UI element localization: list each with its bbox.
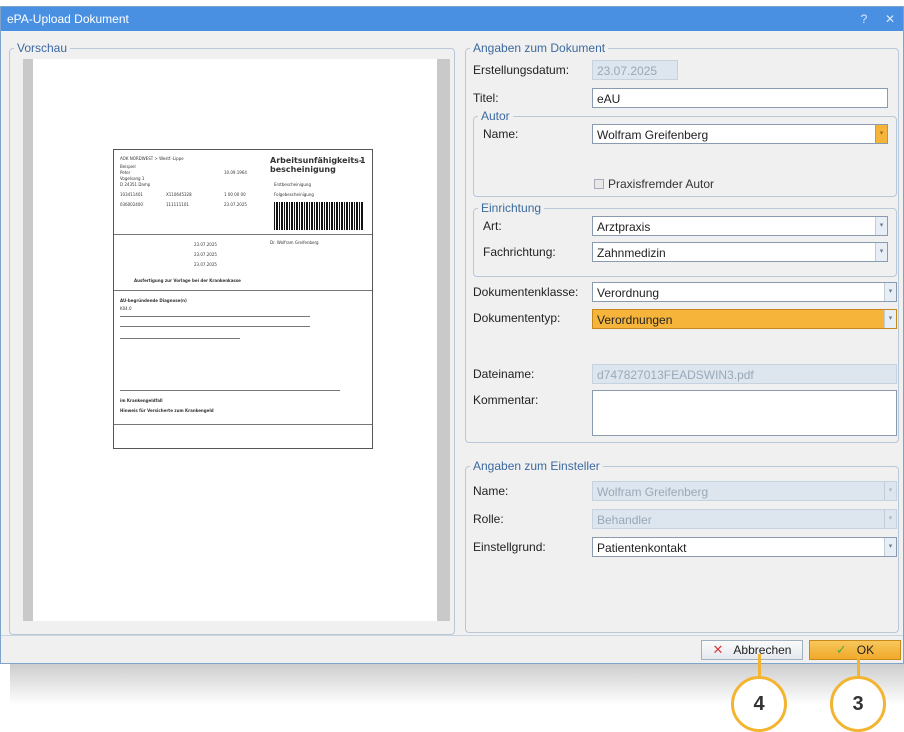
cancel-button[interactable]: ✕ Abbrechen xyxy=(701,640,803,660)
titel-input[interactable]: eAU xyxy=(592,88,888,108)
erstellungsdatum-label: Erstellungsdatum: xyxy=(473,63,570,77)
doc-notice: Hinweis für Versicherte zum Krankengeld xyxy=(120,408,214,413)
rolle-select: Behandler ▾ xyxy=(592,509,897,529)
doc-city: D 24351 Damp xyxy=(120,182,151,187)
einrichtung-legend: Einrichtung xyxy=(481,201,542,215)
preview-page: AOK NORDWEST > Westf.-Lippe Beispiel Pet… xyxy=(33,59,437,621)
einsteller-name-label: Name: xyxy=(473,484,509,498)
doc-id-1: 103411401 xyxy=(120,192,143,197)
doc-first-cert: Erstbescheinigung xyxy=(274,182,312,187)
kommentar-label: Kommentar: xyxy=(473,393,539,407)
kommentar-textarea[interactable] xyxy=(592,390,897,436)
dokumentenklasse-label: Dokumentenklasse: xyxy=(473,285,579,299)
autor-name-select[interactable]: Wolfram Greifenberg ▾ xyxy=(592,124,888,144)
praxisfremder-autor-label: Praxisfremder Autor xyxy=(608,177,715,191)
button-bar: ✕ Abbrechen ✓ OK xyxy=(1,635,903,663)
einstellgrund-label: Einstellgrund: xyxy=(473,540,546,554)
art-label: Art: xyxy=(483,219,502,233)
dokumententyp-value: Verordnungen xyxy=(597,313,673,327)
chevron-down-icon[interactable]: ▾ xyxy=(884,538,896,556)
close-button[interactable]: ✕ xyxy=(877,12,903,26)
doc-diag-code: K04.0 xyxy=(120,306,132,311)
help-button[interactable]: ? xyxy=(851,12,877,26)
chevron-down-icon[interactable]: ▾ xyxy=(875,217,887,235)
checkbox-icon[interactable] xyxy=(594,179,604,189)
doc-barcode xyxy=(274,202,364,230)
angaben-einsteller-legend: Angaben zum Einsteller xyxy=(473,459,600,473)
dateiname-field: d747827013FEADSWIN3.pdf xyxy=(592,364,897,384)
art-value: Arztpraxis xyxy=(597,220,651,234)
doc-date-2: 23.07.2025 xyxy=(194,252,217,257)
chevron-down-icon: ▾ xyxy=(884,482,896,500)
erstellungsdatum-field: 23.07.2025 xyxy=(592,60,678,80)
cancel-label: Abbrechen xyxy=(733,643,792,657)
dokumententyp-select[interactable]: Verordnungen ▾ xyxy=(592,309,897,329)
einrichtung-group: Einrichtung xyxy=(473,201,897,277)
close-icon: ✕ xyxy=(712,642,724,657)
dokumentenklasse-value: Verordnung xyxy=(597,286,660,300)
doc-footer-note: Ausfertigung zur Vorlage bei der Kranken… xyxy=(134,278,241,283)
document-preview[interactable]: AOK NORDWEST > Westf.-Lippe Beispiel Pet… xyxy=(23,59,450,621)
fachrichtung-select[interactable]: Zahnmedizin ▾ xyxy=(592,242,888,262)
fachrichtung-value: Zahnmedizin xyxy=(597,246,666,260)
einsteller-name-select: Wolfram Greifenberg ▾ xyxy=(592,481,897,501)
autor-name-label: Name: xyxy=(483,127,519,141)
fachrichtung-label: Fachrichtung: xyxy=(483,245,556,259)
vorschau-legend: Vorschau xyxy=(17,41,68,55)
art-select[interactable]: Arztpraxis ▾ xyxy=(592,216,888,236)
rolle-label: Rolle: xyxy=(473,512,504,526)
chevron-down-icon: ▾ xyxy=(884,510,896,528)
doc-id-2: X110645328 xyxy=(166,192,192,197)
doc-id-5: 111111101 xyxy=(166,202,189,207)
callout-stem-3 xyxy=(857,654,860,676)
angaben-dokument-legend: Angaben zum Dokument xyxy=(473,41,606,55)
window-title: ePA-Upload Dokument xyxy=(7,12,129,26)
chevron-down-icon[interactable]: ▾ xyxy=(875,125,887,143)
dokumentenklasse-select[interactable]: Verordnung ▾ xyxy=(592,282,897,302)
doc-birth-date: 10.09.1964 xyxy=(224,170,247,175)
callout-badge-3: 3 xyxy=(830,676,886,732)
doc-number: 1 xyxy=(360,156,366,165)
titel-label: Titel: xyxy=(473,91,499,105)
chevron-down-icon[interactable]: ▾ xyxy=(884,283,896,301)
callout-stem-4 xyxy=(758,654,761,676)
einsteller-name-value: Wolfram Greifenberg xyxy=(597,485,709,499)
doc-doctor: Dr. Wolfram Greifenberg xyxy=(270,240,319,245)
doc-id-4: 036002400 xyxy=(120,202,143,207)
doc-followup-cert: Folgebescheinigung xyxy=(274,192,314,197)
epa-upload-dialog: ePA-Upload Dokument ? ✕ Vorschau AOK NOR… xyxy=(0,6,904,664)
chevron-down-icon[interactable]: ▾ xyxy=(875,243,887,261)
doc-heading: Arbeitsunfähigkeits- bescheinigung xyxy=(270,156,363,174)
doc-date-1: 23.07.2025 xyxy=(194,242,217,247)
praxisfremder-autor-checkbox[interactable]: Praxisfremder Autor xyxy=(594,177,714,191)
einstellgrund-value: Patientenkontakt xyxy=(597,541,687,555)
doc-date-3: 23.07.2025 xyxy=(194,262,217,267)
autor-legend: Autor xyxy=(481,109,510,123)
dokumententyp-label: Dokumententyp: xyxy=(473,311,561,325)
rolle-value: Behandler xyxy=(597,513,652,527)
title-bar: ePA-Upload Dokument ? ✕ xyxy=(1,7,903,31)
doc-name: Beispiel xyxy=(120,164,136,169)
doc-first-name: Peter xyxy=(120,170,131,175)
einstellgrund-select[interactable]: Patientenkontakt ▾ xyxy=(592,537,897,557)
doc-address: Vogelsang 1 xyxy=(120,176,145,181)
dateiname-label: Dateiname: xyxy=(473,367,535,381)
doc-insurer: AOK NORDWEST > Westf.-Lippe xyxy=(120,156,184,161)
chevron-down-icon[interactable]: ▾ xyxy=(884,310,896,328)
autor-name-value: Wolfram Greifenberg xyxy=(597,128,709,142)
doc-id-3: 1 00 00 00 xyxy=(224,192,246,197)
doc-id-6: 23.07.2025 xyxy=(224,202,247,207)
check-icon: ✓ xyxy=(835,642,847,657)
au-form-preview: AOK NORDWEST > Westf.-Lippe Beispiel Pet… xyxy=(113,149,373,449)
ok-button[interactable]: ✓ OK xyxy=(809,640,901,660)
callout-badge-4: 4 xyxy=(731,676,787,732)
doc-sick-pay: im Krankengeldfall xyxy=(120,398,163,403)
doc-diag-title: AU-begründende Diagnose(n) xyxy=(120,298,187,303)
